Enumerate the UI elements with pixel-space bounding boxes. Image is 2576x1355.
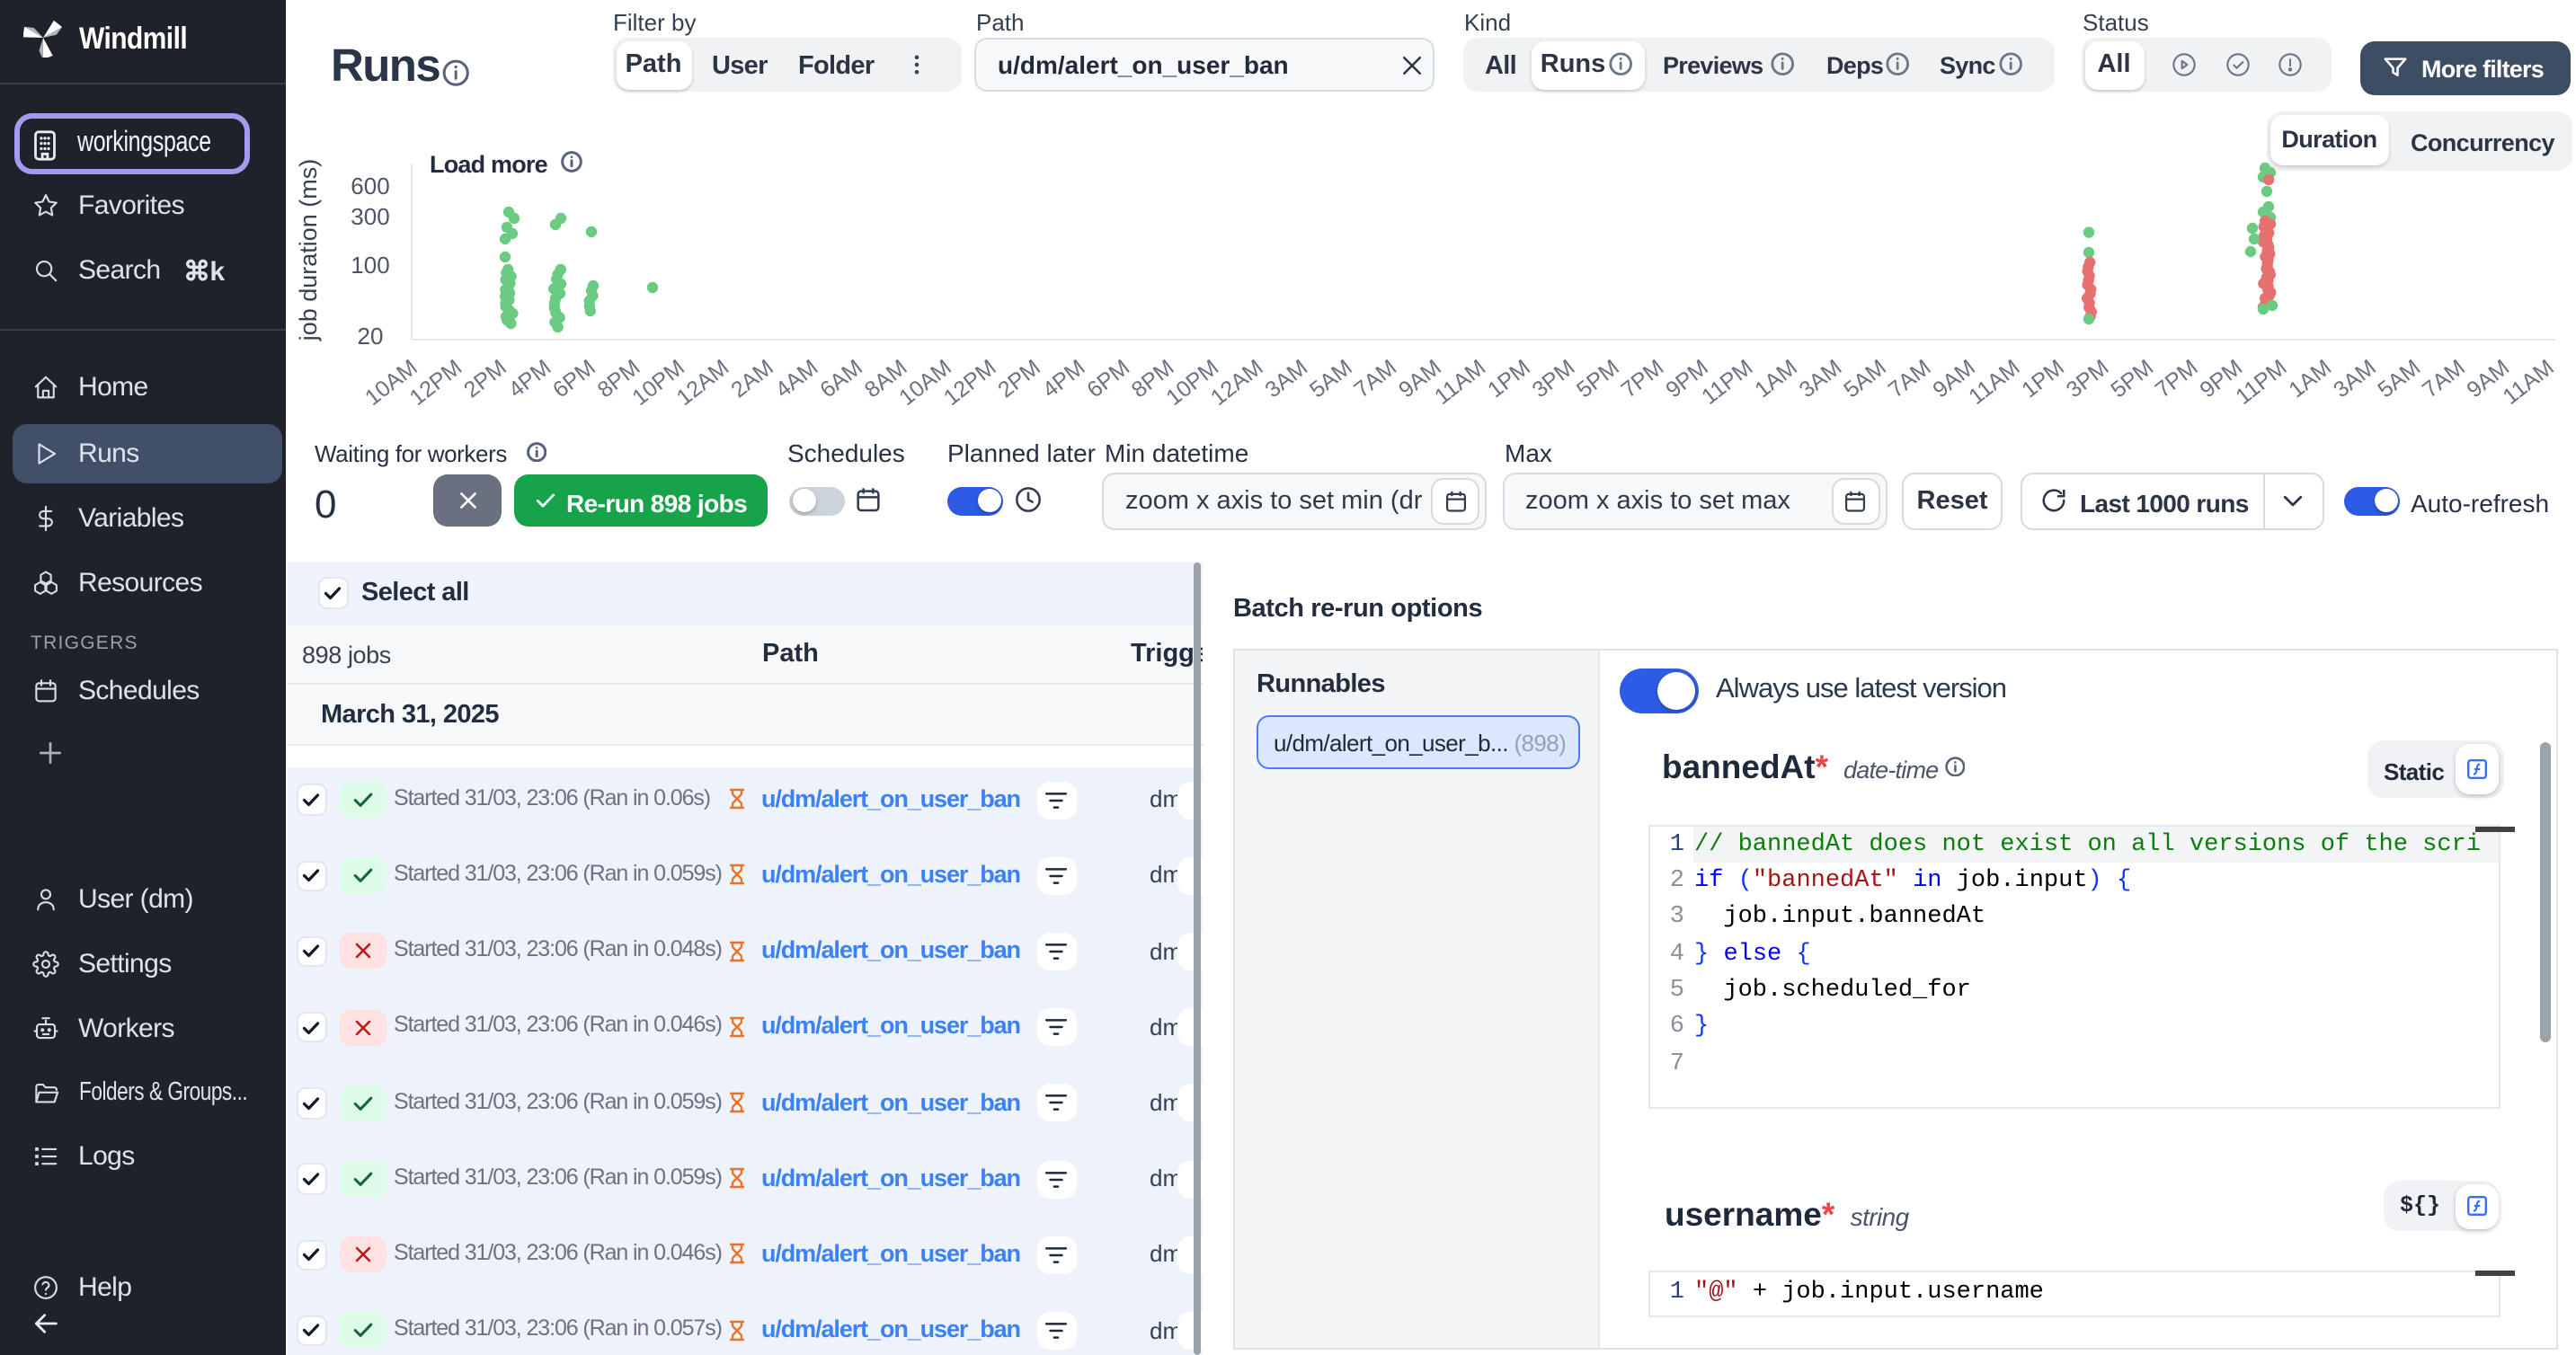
svg-text:3AM: 3AM <box>1260 355 1312 403</box>
svg-text:12AM: 12AM <box>672 355 734 411</box>
svg-text:1AM: 1AM <box>1750 355 1802 403</box>
svg-text:3PM: 3PM <box>2062 355 2114 403</box>
svg-text:4PM: 4PM <box>1038 355 1090 403</box>
svg-text:1PM: 1PM <box>1483 355 1535 403</box>
svg-text:5AM: 5AM <box>1839 355 1891 403</box>
svg-text:3PM: 3PM <box>1528 355 1580 403</box>
svg-text:7AM: 7AM <box>1884 355 1936 403</box>
svg-text:12AM: 12AM <box>1206 355 1268 411</box>
svg-text:12PM: 12PM <box>939 355 1001 411</box>
svg-text:3AM: 3AM <box>1795 355 1847 403</box>
svg-text:20: 20 <box>358 323 384 350</box>
svg-text:12PM: 12PM <box>405 355 467 411</box>
svg-text:1AM: 1AM <box>2284 355 2336 403</box>
svg-text:11AM: 11AM <box>1430 355 1490 410</box>
svg-text:11PM: 11PM <box>1697 355 1757 410</box>
svg-text:100: 100 <box>351 252 389 279</box>
svg-text:11PM: 11PM <box>2231 355 2291 410</box>
svg-text:10AM: 10AM <box>360 355 422 411</box>
svg-text:job duration (ms): job duration (ms) <box>295 159 322 342</box>
svg-text:300: 300 <box>351 203 389 230</box>
svg-text:2AM: 2AM <box>726 355 778 403</box>
svg-text:600: 600 <box>351 173 389 199</box>
svg-text:5PM: 5PM <box>2106 355 2158 403</box>
svg-text:7PM: 7PM <box>2151 355 2203 403</box>
svg-text:5PM: 5PM <box>1572 355 1624 403</box>
svg-text:10AM: 10AM <box>894 355 956 411</box>
svg-text:4PM: 4PM <box>504 355 556 403</box>
svg-text:11AM: 11AM <box>1964 355 2024 410</box>
svg-text:5AM: 5AM <box>1305 355 1357 403</box>
svg-text:6AM: 6AM <box>815 355 867 403</box>
svg-text:2PM: 2PM <box>459 355 511 403</box>
svg-text:7AM: 7AM <box>2418 355 2470 403</box>
svg-text:6PM: 6PM <box>1082 355 1134 403</box>
svg-text:2PM: 2PM <box>993 355 1045 403</box>
svg-text:1PM: 1PM <box>2017 355 2069 403</box>
svg-text:11AM: 11AM <box>2498 355 2558 410</box>
svg-text:6PM: 6PM <box>548 355 600 403</box>
svg-text:7AM: 7AM <box>1349 355 1401 403</box>
svg-text:5AM: 5AM <box>2373 355 2425 403</box>
svg-text:4AM: 4AM <box>771 355 823 403</box>
svg-text:7PM: 7PM <box>1617 355 1669 403</box>
svg-text:3AM: 3AM <box>2329 355 2381 403</box>
